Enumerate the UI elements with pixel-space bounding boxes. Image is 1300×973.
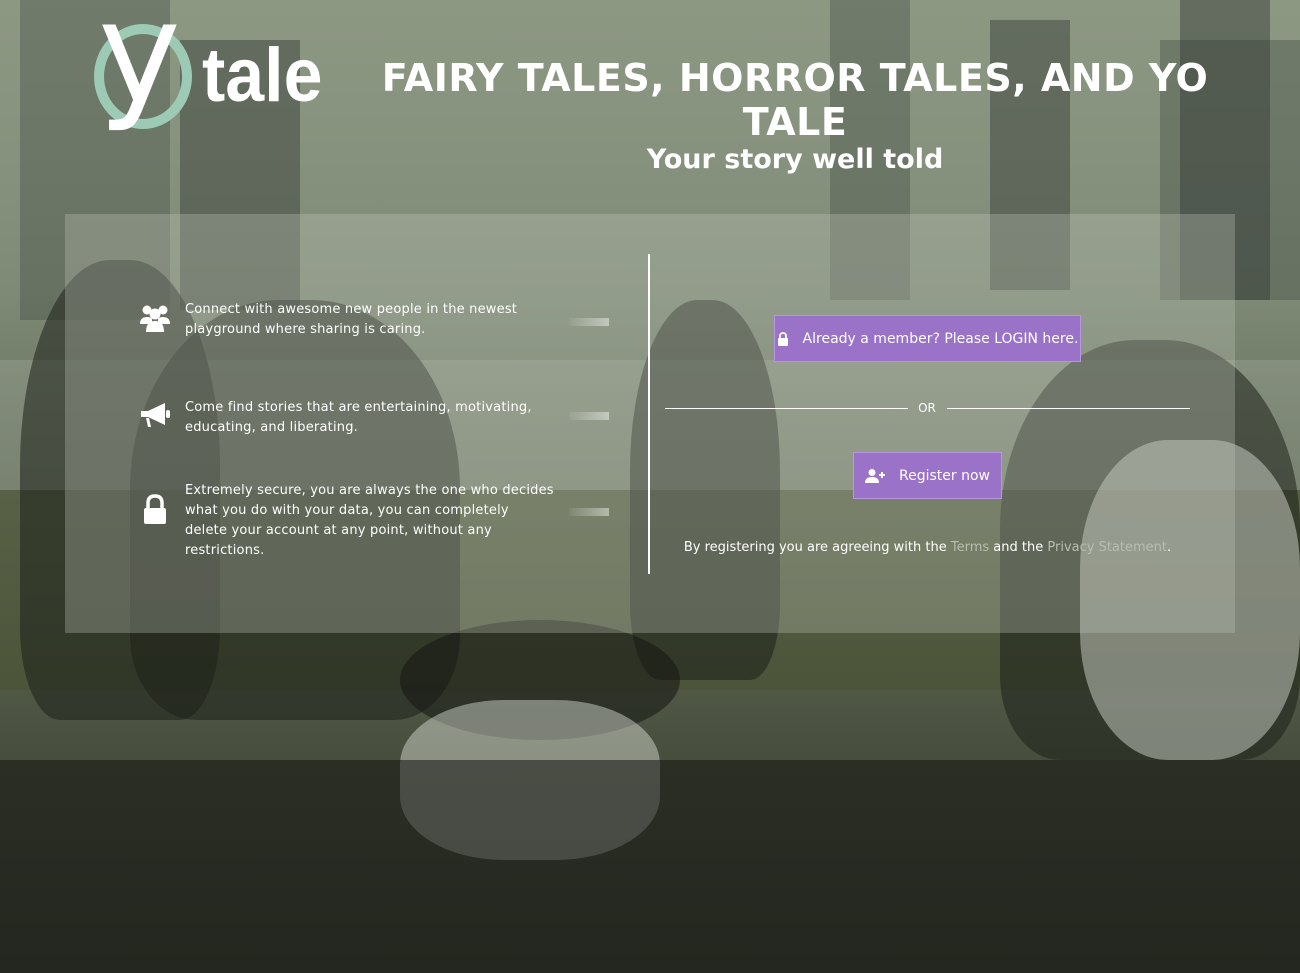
panel-divider: [648, 254, 650, 574]
terms-notice: By registering you are agreeing with the…: [660, 539, 1195, 557]
register-button[interactable]: Register now: [853, 452, 1002, 499]
feature-marker: [569, 318, 609, 326]
logo-word: tale: [202, 33, 323, 118]
or-label: OR: [918, 401, 936, 415]
add-user-icon: [865, 468, 885, 483]
privacy-link[interactable]: Privacy Statement: [1047, 540, 1167, 555]
agree-middle: and the: [993, 540, 1044, 555]
or-divider-left: [665, 408, 908, 409]
register-button-label: Register now: [899, 467, 990, 484]
page-tagline: Your story well told: [646, 144, 944, 175]
logo-letter: y: [98, 0, 181, 135]
lock-icon: [777, 331, 788, 346]
login-button-label: Already a member? Please LOGIN here.: [802, 330, 1079, 347]
agree-suffix: .: [1166, 540, 1172, 555]
feature-marker: [569, 412, 609, 420]
ytale-logo[interactable]: y tale: [90, 0, 340, 143]
page-headline: FAIRY TALES, HORROR TALES, AND YO TALE: [381, 56, 1209, 144]
feature-text: Connect with awesome new people in the n…: [185, 302, 518, 337]
feature-text: Extremely secure, you are always the one…: [185, 483, 554, 558]
feature-marker: [569, 508, 609, 516]
agree-prefix: By registering you are agreeing with the: [683, 540, 947, 555]
megaphone-icon: [138, 398, 172, 432]
users-icon: [138, 300, 172, 334]
feature-text: Come find stories that are entertaining,…: [185, 400, 532, 435]
or-divider-right: [947, 408, 1190, 409]
terms-link[interactable]: Terms: [951, 540, 989, 555]
login-button[interactable]: Already a member? Please LOGIN here.: [774, 315, 1081, 362]
lock-icon: [138, 493, 172, 527]
